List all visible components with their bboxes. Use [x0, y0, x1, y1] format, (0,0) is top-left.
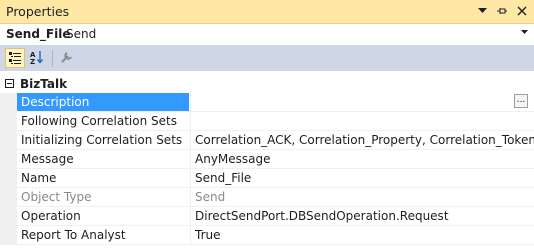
property-name[interactable]: Initializing Correlation Sets — [17, 131, 189, 150]
row-gutter — [0, 188, 17, 207]
row-gutter — [0, 112, 17, 131]
property-value: Send — [190, 188, 534, 207]
property-name[interactable]: Name — [17, 169, 189, 188]
property-row-message[interactable]: Message AnyMessage — [0, 150, 534, 169]
row-gutter — [0, 207, 17, 226]
object-selector-dropdown[interactable] — [521, 27, 528, 37]
property-value[interactable] — [190, 112, 534, 131]
chevron-down-icon — [477, 8, 487, 13]
property-row-initializing-correlation-sets[interactable]: Initializing Correlation Sets Correlatio… — [0, 131, 534, 150]
property-name[interactable]: Following Correlation Sets — [17, 112, 189, 131]
property-row-object-type[interactable]: Object Type Send — [0, 188, 534, 207]
property-value[interactable]: True — [190, 226, 534, 245]
alphabetical-icon: A Z — [30, 51, 44, 66]
collapse-toggle[interactable] — [5, 79, 14, 88]
property-value[interactable]: Send_File — [190, 169, 534, 188]
pin-icon — [497, 8, 507, 14]
categorized-button[interactable] — [5, 48, 25, 68]
close-icon — [517, 6, 527, 16]
properties-title-bar: Properties — [0, 0, 534, 24]
row-gutter — [0, 150, 17, 169]
description-editor-button[interactable]: ... — [514, 94, 528, 108]
property-value[interactable]: ... — [190, 93, 534, 112]
property-name[interactable]: Object Type — [17, 188, 189, 207]
wrench-icon — [61, 52, 72, 63]
property-row-name[interactable]: Name Send_File — [0, 169, 534, 188]
object-selector[interactable]: Send_File Send — [0, 24, 534, 46]
property-value[interactable]: DirectSendPort.DBSendOperation.Request — [190, 207, 534, 226]
toolbar-separator — [52, 50, 53, 67]
close-button[interactable] — [514, 2, 530, 20]
property-value[interactable]: Correlation_ACK, Correlation_Property, C… — [190, 131, 534, 150]
chevron-down-icon — [521, 30, 528, 34]
property-row-operation[interactable]: Operation DirectSendPort.DBSendOperation… — [0, 207, 534, 226]
row-gutter — [0, 169, 17, 188]
property-value[interactable]: AnyMessage — [190, 150, 534, 169]
category-label: BizTalk — [20, 77, 68, 91]
category-biztalk[interactable]: BizTalk — [0, 75, 534, 93]
alphabetical-button[interactable]: A Z — [28, 48, 48, 68]
property-row-following-correlation-sets[interactable]: Following Correlation Sets — [0, 112, 534, 131]
row-gutter — [0, 93, 17, 112]
property-pages-button[interactable] — [58, 48, 78, 68]
property-row-report-to-analyst[interactable]: Report To Analyst True — [0, 226, 534, 245]
row-gutter — [0, 226, 17, 245]
properties-toolbar: A Z — [0, 46, 534, 71]
property-name[interactable]: Operation — [17, 207, 189, 226]
categorized-icon — [9, 52, 21, 64]
property-grid: BizTalk Description ... Following Correl… — [0, 75, 534, 245]
property-name[interactable]: Description — [17, 93, 189, 112]
window-position-button[interactable] — [474, 2, 490, 20]
property-name[interactable]: Message — [17, 150, 189, 169]
object-name: Send_File — [6, 27, 71, 41]
property-row-description[interactable]: Description ... — [0, 93, 534, 112]
property-name[interactable]: Report To Analyst — [17, 226, 189, 245]
row-gutter — [0, 131, 17, 150]
svg-text:Z: Z — [30, 58, 35, 66]
window-title: Properties — [6, 4, 70, 19]
auto-hide-button[interactable] — [494, 2, 510, 20]
object-type: Send — [66, 27, 97, 41]
